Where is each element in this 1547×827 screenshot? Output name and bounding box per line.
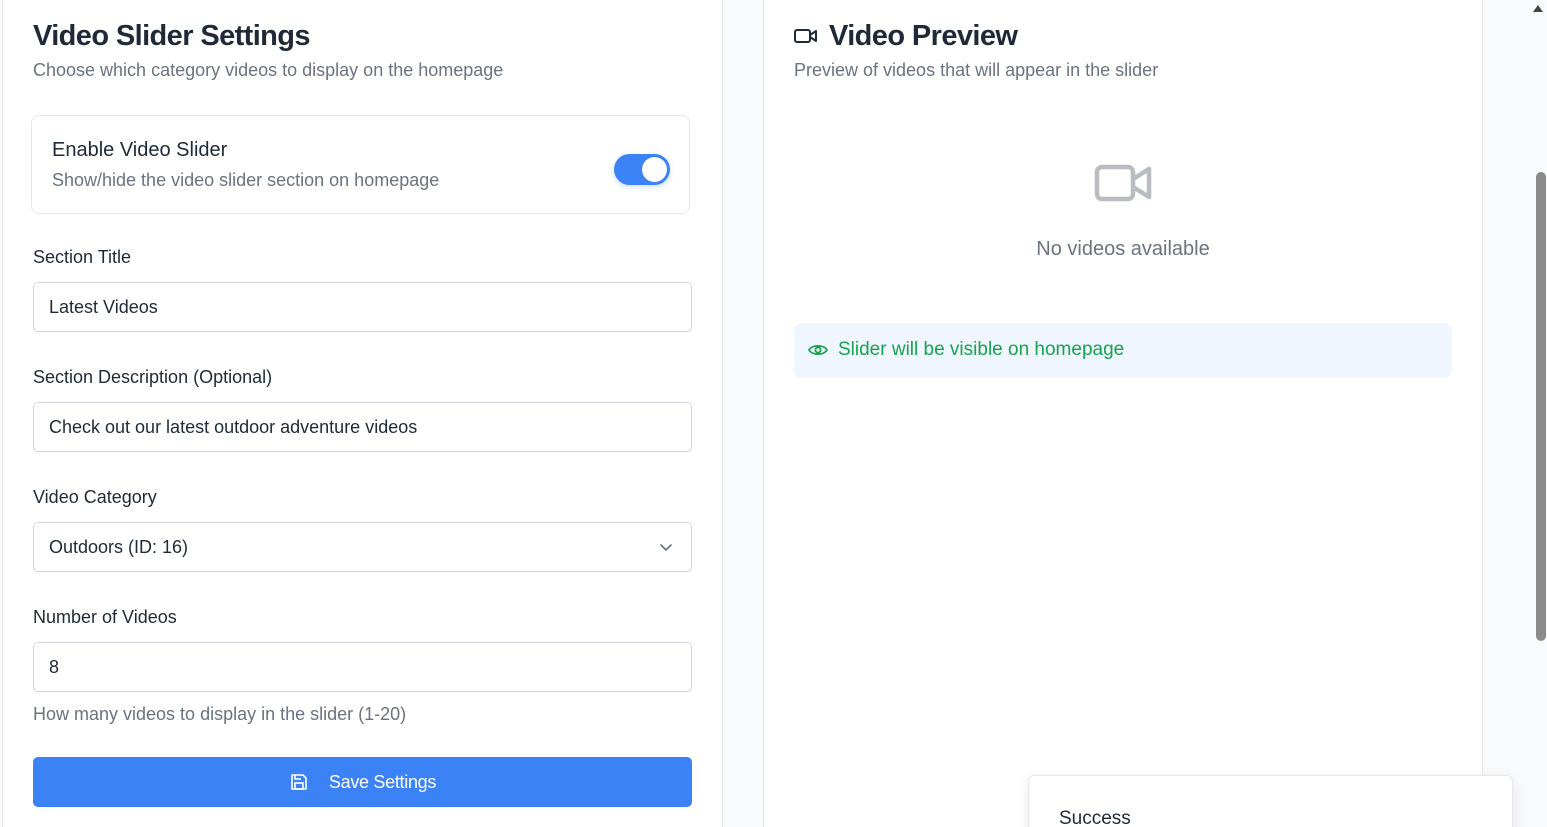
save-settings-label: Save Settings [328, 771, 437, 792]
page: Video Slider Settings Choose which categ… [0, 0, 1547, 827]
number-of-videos-input[interactable] [33, 642, 692, 692]
toggle-knob [642, 157, 667, 182]
scroll-up-arrow[interactable] [1533, 5, 1543, 12]
number-of-videos-label: Number of Videos [33, 607, 177, 627]
scrollbar-thumb[interactable] [1536, 172, 1546, 641]
toast-title: Success [1059, 808, 1131, 827]
section-title-label: Section Title [33, 247, 132, 267]
settings-title: Video Slider Settings [33, 20, 311, 52]
preview-subtitle: Preview of videos that will appear in th… [794, 60, 1159, 80]
number-of-videos-help: How many videos to display in the slider… [33, 704, 407, 724]
enable-slider-toggle[interactable] [614, 154, 670, 185]
settings-subtitle: Choose which category videos to display … [33, 60, 504, 80]
chevron-down-icon [660, 544, 672, 551]
floppy-disk-icon [291, 774, 307, 790]
section-description-label: Section Description (Optional) [33, 367, 273, 387]
video-camera-icon [794, 29, 817, 43]
visibility-status-text: Slider will be visible on homepage [838, 339, 1125, 360]
section-title-input[interactable] [33, 282, 692, 332]
section-description-input[interactable] [33, 402, 692, 452]
enable-slider-box: Enable Video Slider Show/hide the video … [31, 115, 690, 214]
video-category-value: Outdoors (ID: 16) [49, 537, 189, 557]
enable-slider-description: Show/hide the video slider section on ho… [52, 170, 440, 190]
video-category-select[interactable]: Outdoors (ID: 16) [33, 522, 692, 572]
success-toast: Success [1028, 775, 1513, 827]
eye-icon [808, 344, 828, 356]
enable-slider-title: Enable Video Slider [52, 139, 228, 161]
visibility-status-note: Slider will be visible on homepage [794, 323, 1452, 378]
video-category-label: Video Category [33, 487, 157, 507]
save-settings-button[interactable]: Save Settings [33, 757, 692, 807]
preview-title: Video Preview [829, 20, 1018, 52]
preview-panel [763, 0, 1483, 827]
video-camera-icon [1094, 164, 1152, 202]
empty-state-text: No videos available [1036, 238, 1210, 260]
